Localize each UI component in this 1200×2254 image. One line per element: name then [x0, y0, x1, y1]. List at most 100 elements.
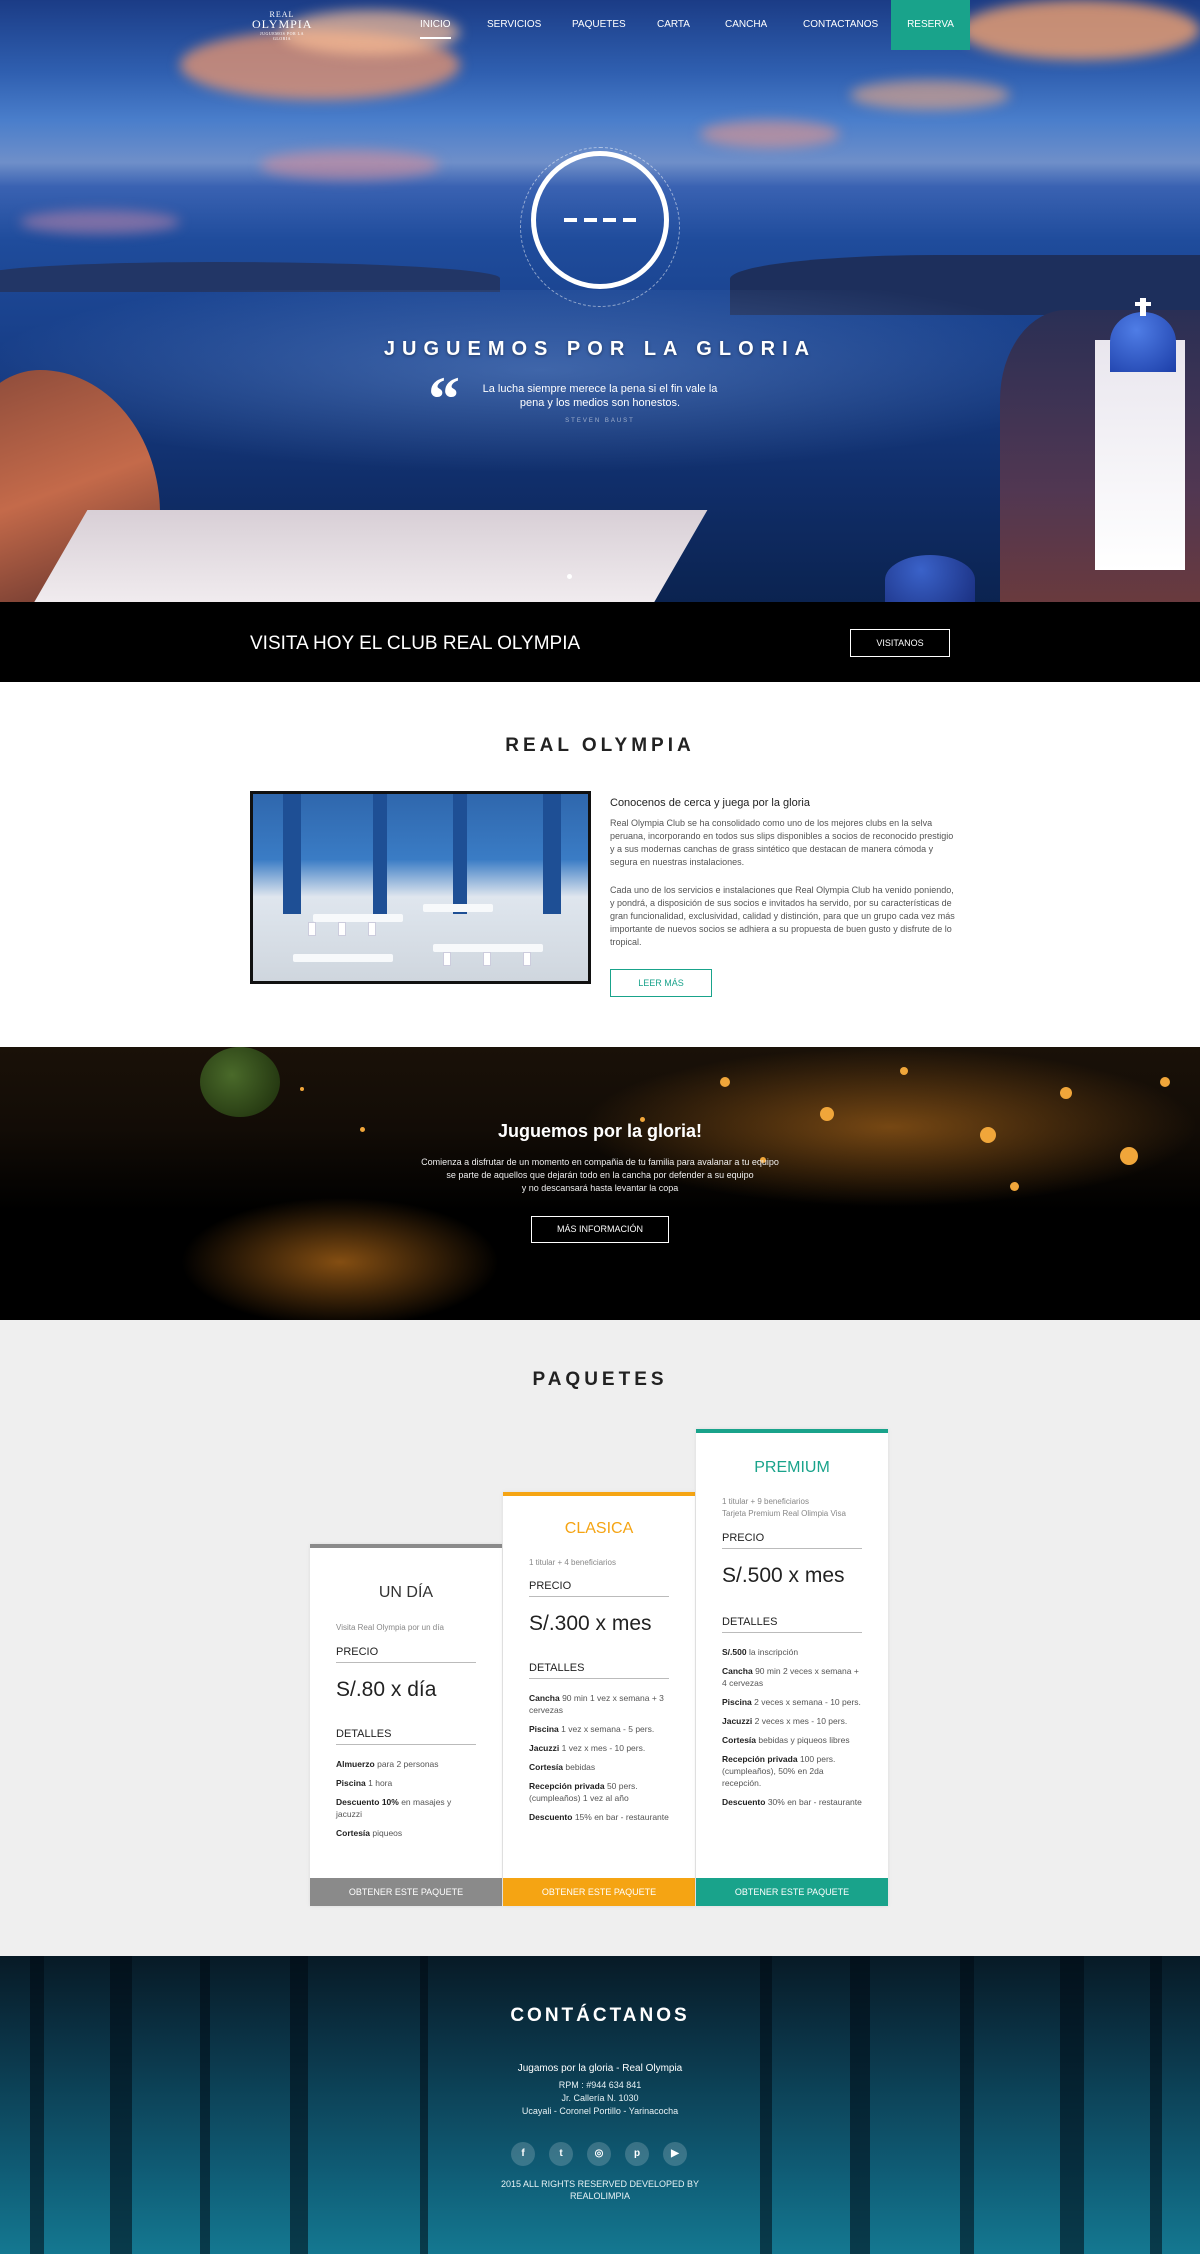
package-detail: Recepción privada 100 pers. (cumpleaños)… — [722, 1754, 836, 1788]
hero-cloud — [700, 120, 840, 148]
hero-cloud — [850, 80, 1010, 110]
logo-line-2: OLYMPIA — [252, 17, 313, 31]
contact-tagline: Jugamos por la gloria - Real Olympia — [517, 2063, 683, 2074]
banner-line-1: Comienza a disfrutar de un momento en co… — [421, 1157, 779, 1167]
obtener-paquete-button[interactable]: OBTENER ESTE PAQUETE — [310, 1878, 502, 1906]
package-description-line-1: 1 titular + 9 beneficiarios — [722, 1497, 809, 1506]
banner-sparkle — [900, 1067, 908, 1075]
package-detail: Cancha 90 min 2 veces x semana + 4 cerve… — [722, 1666, 859, 1688]
facebook-icon[interactable]: f — [511, 2142, 535, 2166]
image-chair — [483, 952, 491, 966]
image-chair — [443, 952, 451, 966]
club-interior-image — [250, 791, 591, 984]
nav-item-inicio[interactable]: INICIO — [420, 19, 451, 39]
image-chair — [338, 922, 346, 936]
contact-section — [0, 1956, 1200, 2254]
copyright-line-1: 2015 ALL RIGHTS RESERVED DEVELOPED BY — [500, 2179, 700, 2189]
visit-text: VISITA HOY EL CLUB REAL OLYMPIA — [250, 633, 581, 654]
contact-address-2: Ucayali - Coronel Portillo - Yarinacocha — [521, 2106, 679, 2116]
instagram-icon[interactable]: ◎ — [587, 2142, 611, 2166]
image-table — [313, 914, 403, 922]
hero-church-cross — [1135, 298, 1151, 316]
banner-sparkle — [720, 1077, 730, 1087]
forest-tree — [290, 1956, 308, 2254]
package-details-label: DETALLES — [722, 1616, 862, 1633]
nav-item-carta[interactable]: CARTA — [657, 19, 690, 30]
banner-line-2: se parte de aquellos que dejarán todo en… — [446, 1170, 754, 1180]
about-title: REAL OLYMPIA — [505, 735, 695, 756]
image-column — [373, 794, 387, 914]
package-details-label: DETALLES — [336, 1728, 476, 1745]
hero-headline: JUGUEMOS POR LA GLORIA — [383, 338, 817, 360]
package-price-label: PRECIO — [336, 1646, 476, 1663]
package-detail: Cortesía bebidas — [529, 1762, 596, 1772]
mas-informacion-button[interactable]: MÁS INFORMACIÓN — [531, 1216, 669, 1243]
image-column — [543, 794, 561, 914]
banner-line-3: y no descansará hasta levantar la copa — [521, 1183, 679, 1193]
hero-ring-icon — [531, 151, 669, 289]
package-name: CLASICA — [564, 1520, 634, 1537]
package-details-list: Cancha 90 min 1 vez x semana + 3 cerveza… — [529, 1692, 671, 1830]
package-price: S/.80 x día — [336, 1678, 437, 1701]
package-detail: Recepción privada 50 pers. (cumpleaños) … — [529, 1781, 638, 1803]
package-description: Visita Real Olympia por un día — [336, 1623, 444, 1632]
image-chair — [368, 922, 376, 936]
forest-tree — [760, 1956, 772, 2254]
pinterest-icon[interactable]: p — [625, 2142, 649, 2166]
twitter-icon[interactable]: t — [549, 2142, 573, 2166]
about-subtitle: Conocenos de cerca y juega por la gloria — [610, 797, 810, 809]
image-column — [283, 794, 301, 914]
package-detail: Almuerzo para 2 personas — [336, 1759, 439, 1769]
image-table — [433, 944, 543, 952]
banner-title: Juguemos por la gloria! — [497, 1121, 703, 1141]
package-detail: Cortesía piqueos — [336, 1828, 403, 1838]
about-paragraph-1: Real Olympia Club se ha consolidado como… — [610, 818, 954, 867]
nav-item-servicios[interactable]: SERVICIOS — [487, 19, 541, 30]
package-card-topbar — [696, 1429, 888, 1433]
package-detail: Descuento 30% en bar - restaurante — [722, 1797, 862, 1807]
package-card-topbar — [503, 1492, 695, 1496]
nav-item-cancha[interactable]: CANCHA — [725, 19, 767, 30]
forest-tree — [420, 1956, 428, 2254]
forest-tree — [30, 1956, 44, 2254]
main-nav: REAL OLYMPIA JUGUEMOS POR LA GLORIA INIC… — [0, 0, 1200, 50]
image-chair — [523, 952, 531, 966]
package-detail: Piscina 2 veces x semana - 10 pers. — [722, 1697, 861, 1707]
forest-tree — [110, 1956, 132, 2254]
banner-glow — [180, 1197, 500, 1320]
site-logo[interactable]: REAL OLYMPIA JUGUEMOS POR LA GLORIA — [252, 10, 312, 41]
banner-sparkle — [1060, 1087, 1072, 1099]
package-card-un-dia: UN DÍA Visita Real Olympia por un día PR… — [310, 1544, 502, 1906]
hero-quote-author: STEVEN BAUST — [565, 418, 635, 424]
package-description: 1 titular + 9 beneficiarios Tarjeta Prem… — [722, 1496, 872, 1520]
youtube-icon[interactable]: ▶ — [663, 2142, 687, 2166]
forest-tree — [850, 1956, 870, 2254]
packages-title: PAQUETES — [532, 1369, 668, 1390]
banner-bottle — [200, 1047, 280, 1117]
package-price: S/.300 x mes — [529, 1612, 652, 1635]
hero-quote-line-2: pena y los medios son honestos. — [519, 397, 681, 409]
nav-item-contactanos[interactable]: CONTACTANOS — [803, 19, 878, 30]
image-table — [293, 954, 393, 962]
package-price-label: PRECIO — [722, 1532, 862, 1549]
hero-cloud — [20, 210, 180, 234]
logo-tagline: JUGUEMOS POR LA GLORIA — [260, 31, 304, 41]
package-name: PREMIUM — [754, 1459, 830, 1476]
obtener-paquete-button[interactable]: OBTENER ESTE PAQUETE — [696, 1878, 888, 1906]
banner-sparkle — [300, 1087, 304, 1091]
hero-hills-left — [0, 262, 500, 292]
reserva-button[interactable]: RESERVA — [891, 0, 970, 50]
image-column — [453, 794, 467, 914]
obtener-paquete-button[interactable]: OBTENER ESTE PAQUETE — [503, 1878, 695, 1906]
slider-dot[interactable] — [567, 574, 572, 579]
package-detail: Jacuzzi 1 vez x mes - 10 pers. — [529, 1743, 646, 1753]
hero-church — [1095, 340, 1185, 570]
leer-mas-button[interactable]: LEER MÁS — [610, 969, 712, 997]
package-details-list: S/.500 la inscripción Cancha 90 min 2 ve… — [722, 1646, 864, 1815]
hero-cloud — [260, 150, 440, 180]
nav-item-paquetes[interactable]: PAQUETES — [572, 19, 626, 30]
hero-quote-line-1: La lucha siempre merece la pena si el fi… — [482, 383, 718, 395]
contact-phone: RPM : #944 634 841 — [558, 2080, 642, 2090]
package-detail: Cancha 90 min 1 vez x semana + 3 cerveza… — [529, 1693, 664, 1715]
visitanos-button[interactable]: VISITANOS — [850, 629, 950, 657]
